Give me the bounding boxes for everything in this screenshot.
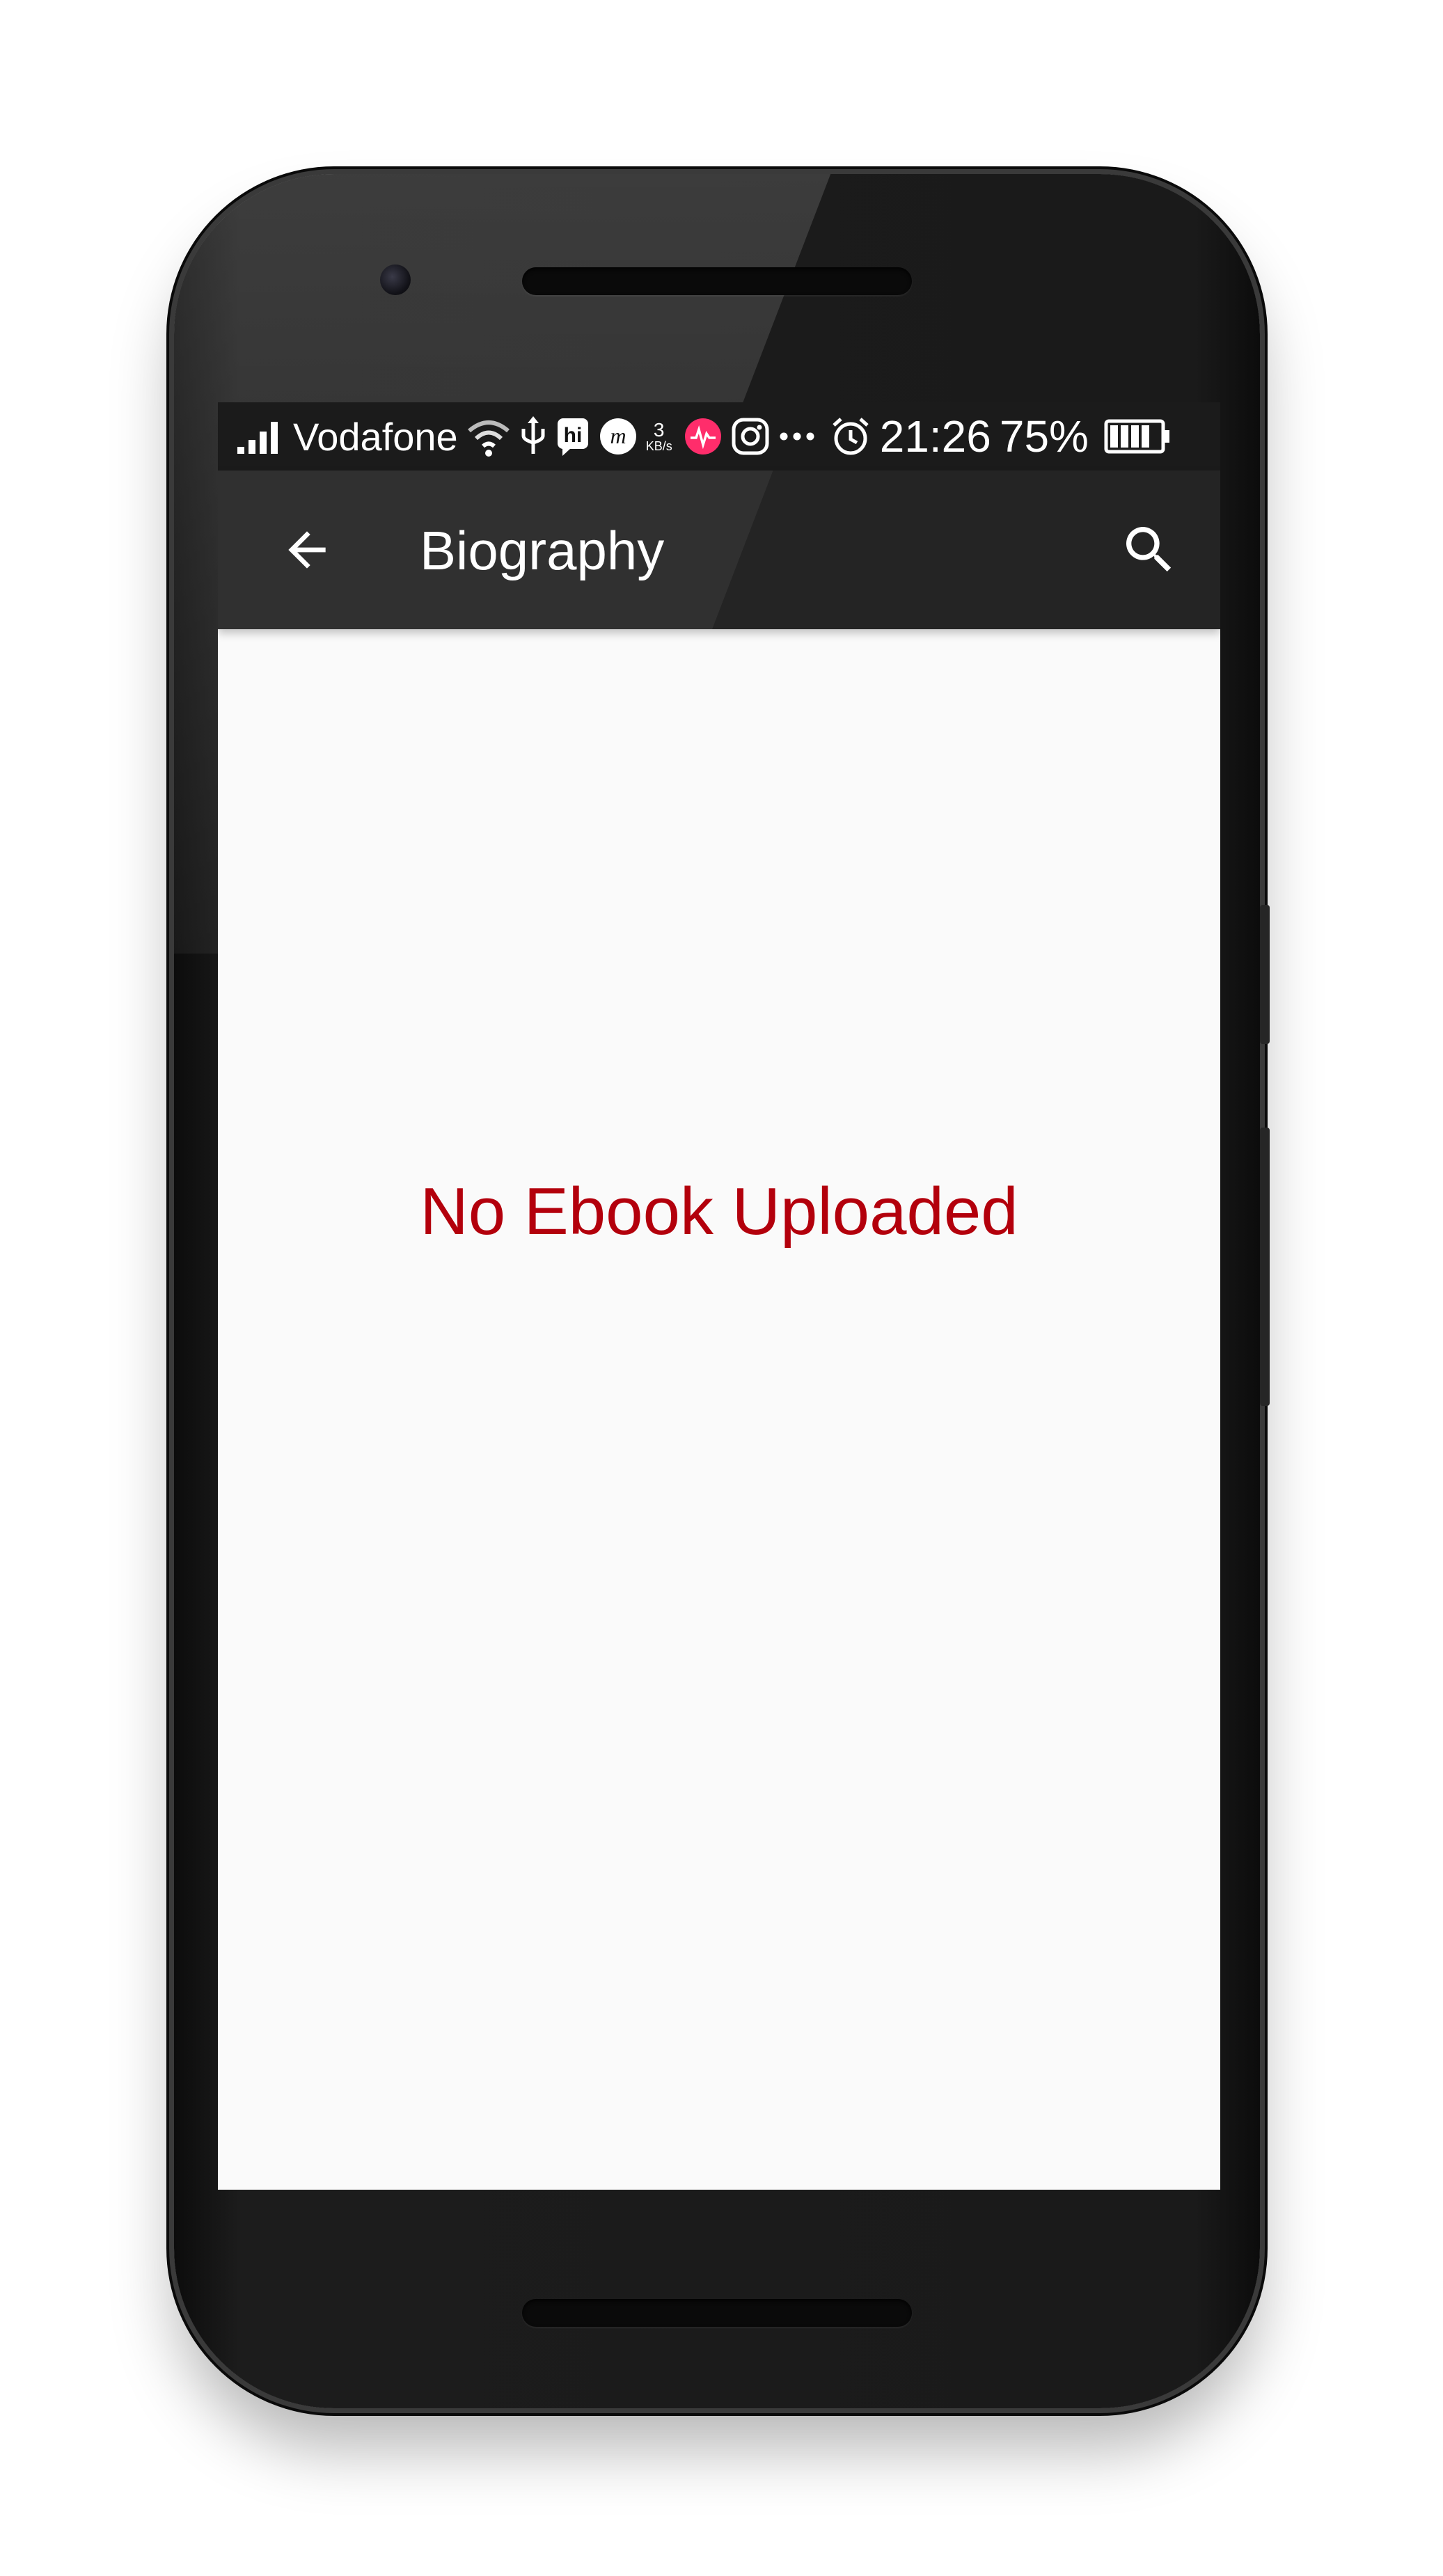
status-bar: Vodafone hi m 3 KB/s 21:26 75%: [218, 402, 1220, 471]
wifi-icon: [466, 416, 511, 457]
svg-text:m: m: [610, 423, 626, 448]
svg-text:hi: hi: [563, 424, 582, 447]
signal-icon: [236, 419, 285, 454]
usb-icon: [519, 416, 547, 457]
speed-value: 3: [653, 419, 665, 441]
battery-cell: [1141, 425, 1149, 448]
battery-cell: [1130, 425, 1139, 448]
front-camera: [380, 264, 411, 295]
music-app-icon: [684, 417, 723, 456]
bottom-speaker: [522, 2299, 912, 2327]
battery-percent: 75%: [999, 411, 1089, 461]
battery-cell: [1110, 425, 1118, 448]
top-speaker: [522, 267, 912, 295]
speed-unit: KB/s: [645, 439, 672, 453]
hike-icon: hi: [555, 416, 590, 457]
app-bar: Biography: [218, 471, 1220, 629]
speed-icon: 3 KB/s: [645, 419, 672, 453]
screen: Vodafone hi m 3 KB/s 21:26 75% Biography…: [218, 402, 1220, 2190]
musically-icon: m: [599, 417, 638, 456]
search-button[interactable]: [1109, 509, 1190, 590]
volume-button: [1260, 905, 1270, 1044]
back-button[interactable]: [267, 509, 347, 590]
more-icon: [778, 429, 816, 443]
instagram-icon: [731, 417, 770, 456]
clock-time: 21:26: [879, 411, 991, 461]
arrow-back-icon: [288, 531, 326, 569]
carrier-label: Vodafone: [293, 414, 458, 459]
battery-icon: [1104, 419, 1171, 454]
search-icon: [1126, 527, 1172, 572]
power-button: [1260, 1128, 1270, 1406]
battery-cell: [1120, 425, 1128, 448]
empty-state-message: No Ebook Uploaded: [420, 1174, 1018, 1249]
page-title: Biography: [420, 520, 665, 581]
alarm-icon: [830, 416, 872, 457]
